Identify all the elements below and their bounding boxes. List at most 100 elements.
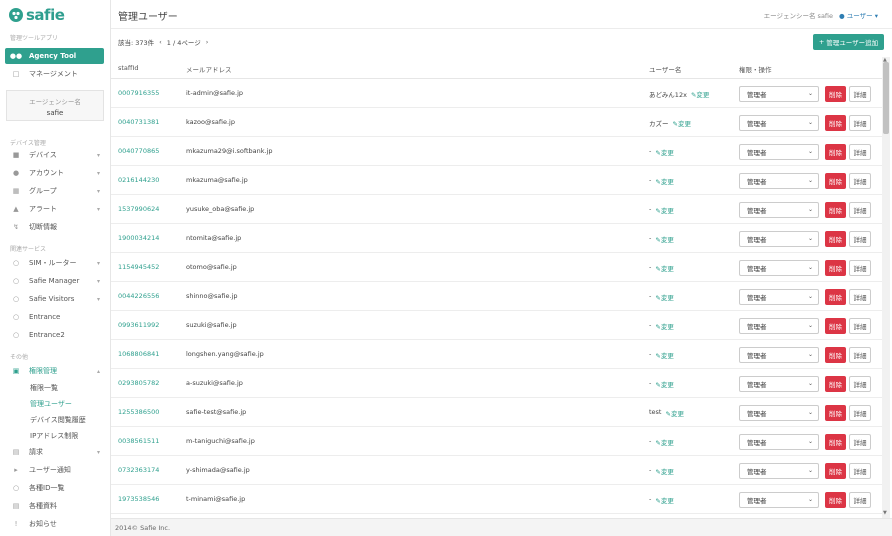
detail-button[interactable]: 詳細	[849, 405, 871, 421]
role-select[interactable]: 管理者 ⌄	[739, 231, 819, 247]
role-select[interactable]: 管理者 ⌄	[739, 173, 819, 189]
role-select[interactable]: 管理者 ⌄	[739, 492, 819, 508]
sidebar-item-account[interactable]: ● アカウント ▾	[5, 165, 104, 181]
staff-id-link[interactable]: 0040770865	[118, 147, 159, 155]
next-page-button[interactable]: ›	[206, 38, 209, 46]
user-menu[interactable]: ● ユーザー ▾	[839, 10, 878, 20]
sidebar-item-safie-visitors[interactable]: ○ Safie Visitors ▾	[5, 291, 104, 307]
sidebar-item-notice[interactable]: ! お知らせ	[5, 516, 104, 532]
delete-button[interactable]: 削除	[825, 86, 846, 102]
detail-button[interactable]: 詳細	[849, 434, 871, 450]
staff-id-link[interactable]: 0993611992	[118, 321, 159, 329]
detail-button[interactable]: 詳細	[849, 492, 871, 508]
staff-id-link[interactable]: 1537990624	[118, 205, 159, 213]
prev-page-button[interactable]: ‹	[159, 38, 162, 46]
delete-button[interactable]: 削除	[825, 115, 846, 131]
sidebar-subitem-permission-list[interactable]: 権限一覧	[30, 383, 58, 393]
change-name-link[interactable]: ✎変更	[655, 234, 673, 244]
sidebar-item-entrance[interactable]: ○ Entrance	[5, 309, 104, 325]
sidebar-subitem-device-history[interactable]: デバイス閲覧履歴	[30, 415, 86, 425]
delete-button[interactable]: 削除	[825, 173, 846, 189]
role-select[interactable]: 管理者 ⌄	[739, 318, 819, 334]
sidebar-subitem-admin-users[interactable]: 管理ユーザー	[30, 399, 72, 409]
add-admin-user-button[interactable]: + 管理ユーザー追加	[813, 34, 884, 50]
safie-logo[interactable]: safie	[8, 6, 65, 24]
detail-button[interactable]: 詳細	[849, 86, 871, 102]
change-name-link[interactable]: ✎変更	[655, 350, 673, 360]
role-select[interactable]: 管理者 ⌄	[739, 144, 819, 160]
sidebar-item-entrance2[interactable]: ○ Entrance2	[5, 327, 104, 343]
sidebar-item-id-list[interactable]: ○ 各種ID一覧	[5, 480, 104, 496]
staff-id-link[interactable]: 0044226556	[118, 292, 159, 300]
role-select[interactable]: 管理者 ⌄	[739, 86, 819, 102]
change-name-link[interactable]: ✎変更	[655, 495, 673, 505]
delete-button[interactable]: 削除	[825, 463, 846, 479]
role-select[interactable]: 管理者 ⌄	[739, 463, 819, 479]
change-name-link[interactable]: ✎変更	[655, 263, 673, 273]
change-name-link[interactable]: ✎変更	[655, 321, 673, 331]
role-select[interactable]: 管理者 ⌄	[739, 202, 819, 218]
staff-id-link[interactable]: 0216144230	[118, 176, 159, 184]
sidebar-item-safie-manager[interactable]: ○ Safie Manager ▾	[5, 273, 104, 289]
sidebar-item-billing[interactable]: ▤ 請求 ▾	[5, 444, 104, 460]
detail-button[interactable]: 詳細	[849, 289, 871, 305]
role-select[interactable]: 管理者 ⌄	[739, 405, 819, 421]
delete-button[interactable]: 削除	[825, 144, 846, 160]
change-name-link[interactable]: ✎変更	[655, 379, 673, 389]
staff-id-link[interactable]: 1068806841	[118, 350, 159, 358]
detail-button[interactable]: 詳細	[849, 463, 871, 479]
sidebar-item-agency-tool[interactable]: ●● Agency Tool	[5, 48, 104, 64]
change-name-link[interactable]: ✎変更	[673, 118, 691, 128]
detail-button[interactable]: 詳細	[849, 144, 871, 160]
delete-button[interactable]: 削除	[825, 289, 846, 305]
sidebar-subitem-ip-restriction[interactable]: IPアドレス制限	[30, 431, 78, 441]
change-name-link[interactable]: ✎変更	[655, 205, 673, 215]
staff-id-link[interactable]: 0038561511	[118, 437, 159, 445]
staff-id-link[interactable]: 1973538546	[118, 495, 159, 503]
change-name-link[interactable]: ✎変更	[665, 408, 683, 418]
sidebar-item-device[interactable]: ■ デバイス ▾	[5, 147, 104, 163]
change-name-link[interactable]: ✎変更	[691, 89, 709, 99]
sidebar-item-group[interactable]: ▦ グループ ▾	[5, 183, 104, 199]
delete-button[interactable]: 削除	[825, 202, 846, 218]
detail-button[interactable]: 詳細	[849, 231, 871, 247]
change-name-link[interactable]: ✎変更	[655, 176, 673, 186]
sidebar-item-disconnect[interactable]: ↯ 切断情報	[5, 219, 104, 235]
delete-button[interactable]: 削除	[825, 492, 846, 508]
role-select[interactable]: 管理者 ⌄	[739, 434, 819, 450]
sidebar-item-documents[interactable]: ▤ 各種資料	[5, 498, 104, 514]
change-name-link[interactable]: ✎変更	[655, 292, 673, 302]
detail-button[interactable]: 詳細	[849, 376, 871, 392]
staff-id-link[interactable]: 0007916355	[118, 89, 159, 97]
delete-button[interactable]: 削除	[825, 376, 846, 392]
sidebar-item-sim-router[interactable]: ○ SIM・ルーター ▾	[5, 255, 104, 271]
sidebar-item-user-notice[interactable]: ▸ ユーザー通知	[5, 462, 104, 478]
staff-id-link[interactable]: 1154945452	[118, 263, 159, 271]
role-select[interactable]: 管理者 ⌄	[739, 289, 819, 305]
change-name-link[interactable]: ✎変更	[655, 466, 673, 476]
role-select[interactable]: 管理者 ⌄	[739, 347, 819, 363]
detail-button[interactable]: 詳細	[849, 347, 871, 363]
role-select[interactable]: 管理者 ⌄	[739, 376, 819, 392]
scrollbar-thumb[interactable]	[883, 62, 889, 134]
sidebar-item-permission[interactable]: ▣ 権限管理 ▴	[5, 363, 104, 379]
change-name-link[interactable]: ✎変更	[655, 147, 673, 157]
staff-id-link[interactable]: 0732363174	[118, 466, 159, 474]
change-name-link[interactable]: ✎変更	[655, 437, 673, 447]
delete-button[interactable]: 削除	[825, 347, 846, 363]
delete-button[interactable]: 削除	[825, 318, 846, 334]
delete-button[interactable]: 削除	[825, 405, 846, 421]
detail-button[interactable]: 詳細	[849, 202, 871, 218]
detail-button[interactable]: 詳細	[849, 115, 871, 131]
scroll-up-arrow-icon[interactable]: ▲	[883, 57, 887, 63]
sidebar-item-management[interactable]: □ マネージメント	[5, 66, 104, 82]
staff-id-link[interactable]: 1900034214	[118, 234, 159, 242]
staff-id-link[interactable]: 0293805782	[118, 379, 159, 387]
staff-id-link[interactable]: 0040731381	[118, 118, 159, 126]
delete-button[interactable]: 削除	[825, 434, 846, 450]
detail-button[interactable]: 詳細	[849, 318, 871, 334]
role-select[interactable]: 管理者 ⌄	[739, 115, 819, 131]
detail-button[interactable]: 詳細	[849, 173, 871, 189]
staff-id-link[interactable]: 1255386500	[118, 408, 159, 416]
sidebar-item-alert[interactable]: ▲ アラート ▾	[5, 201, 104, 217]
